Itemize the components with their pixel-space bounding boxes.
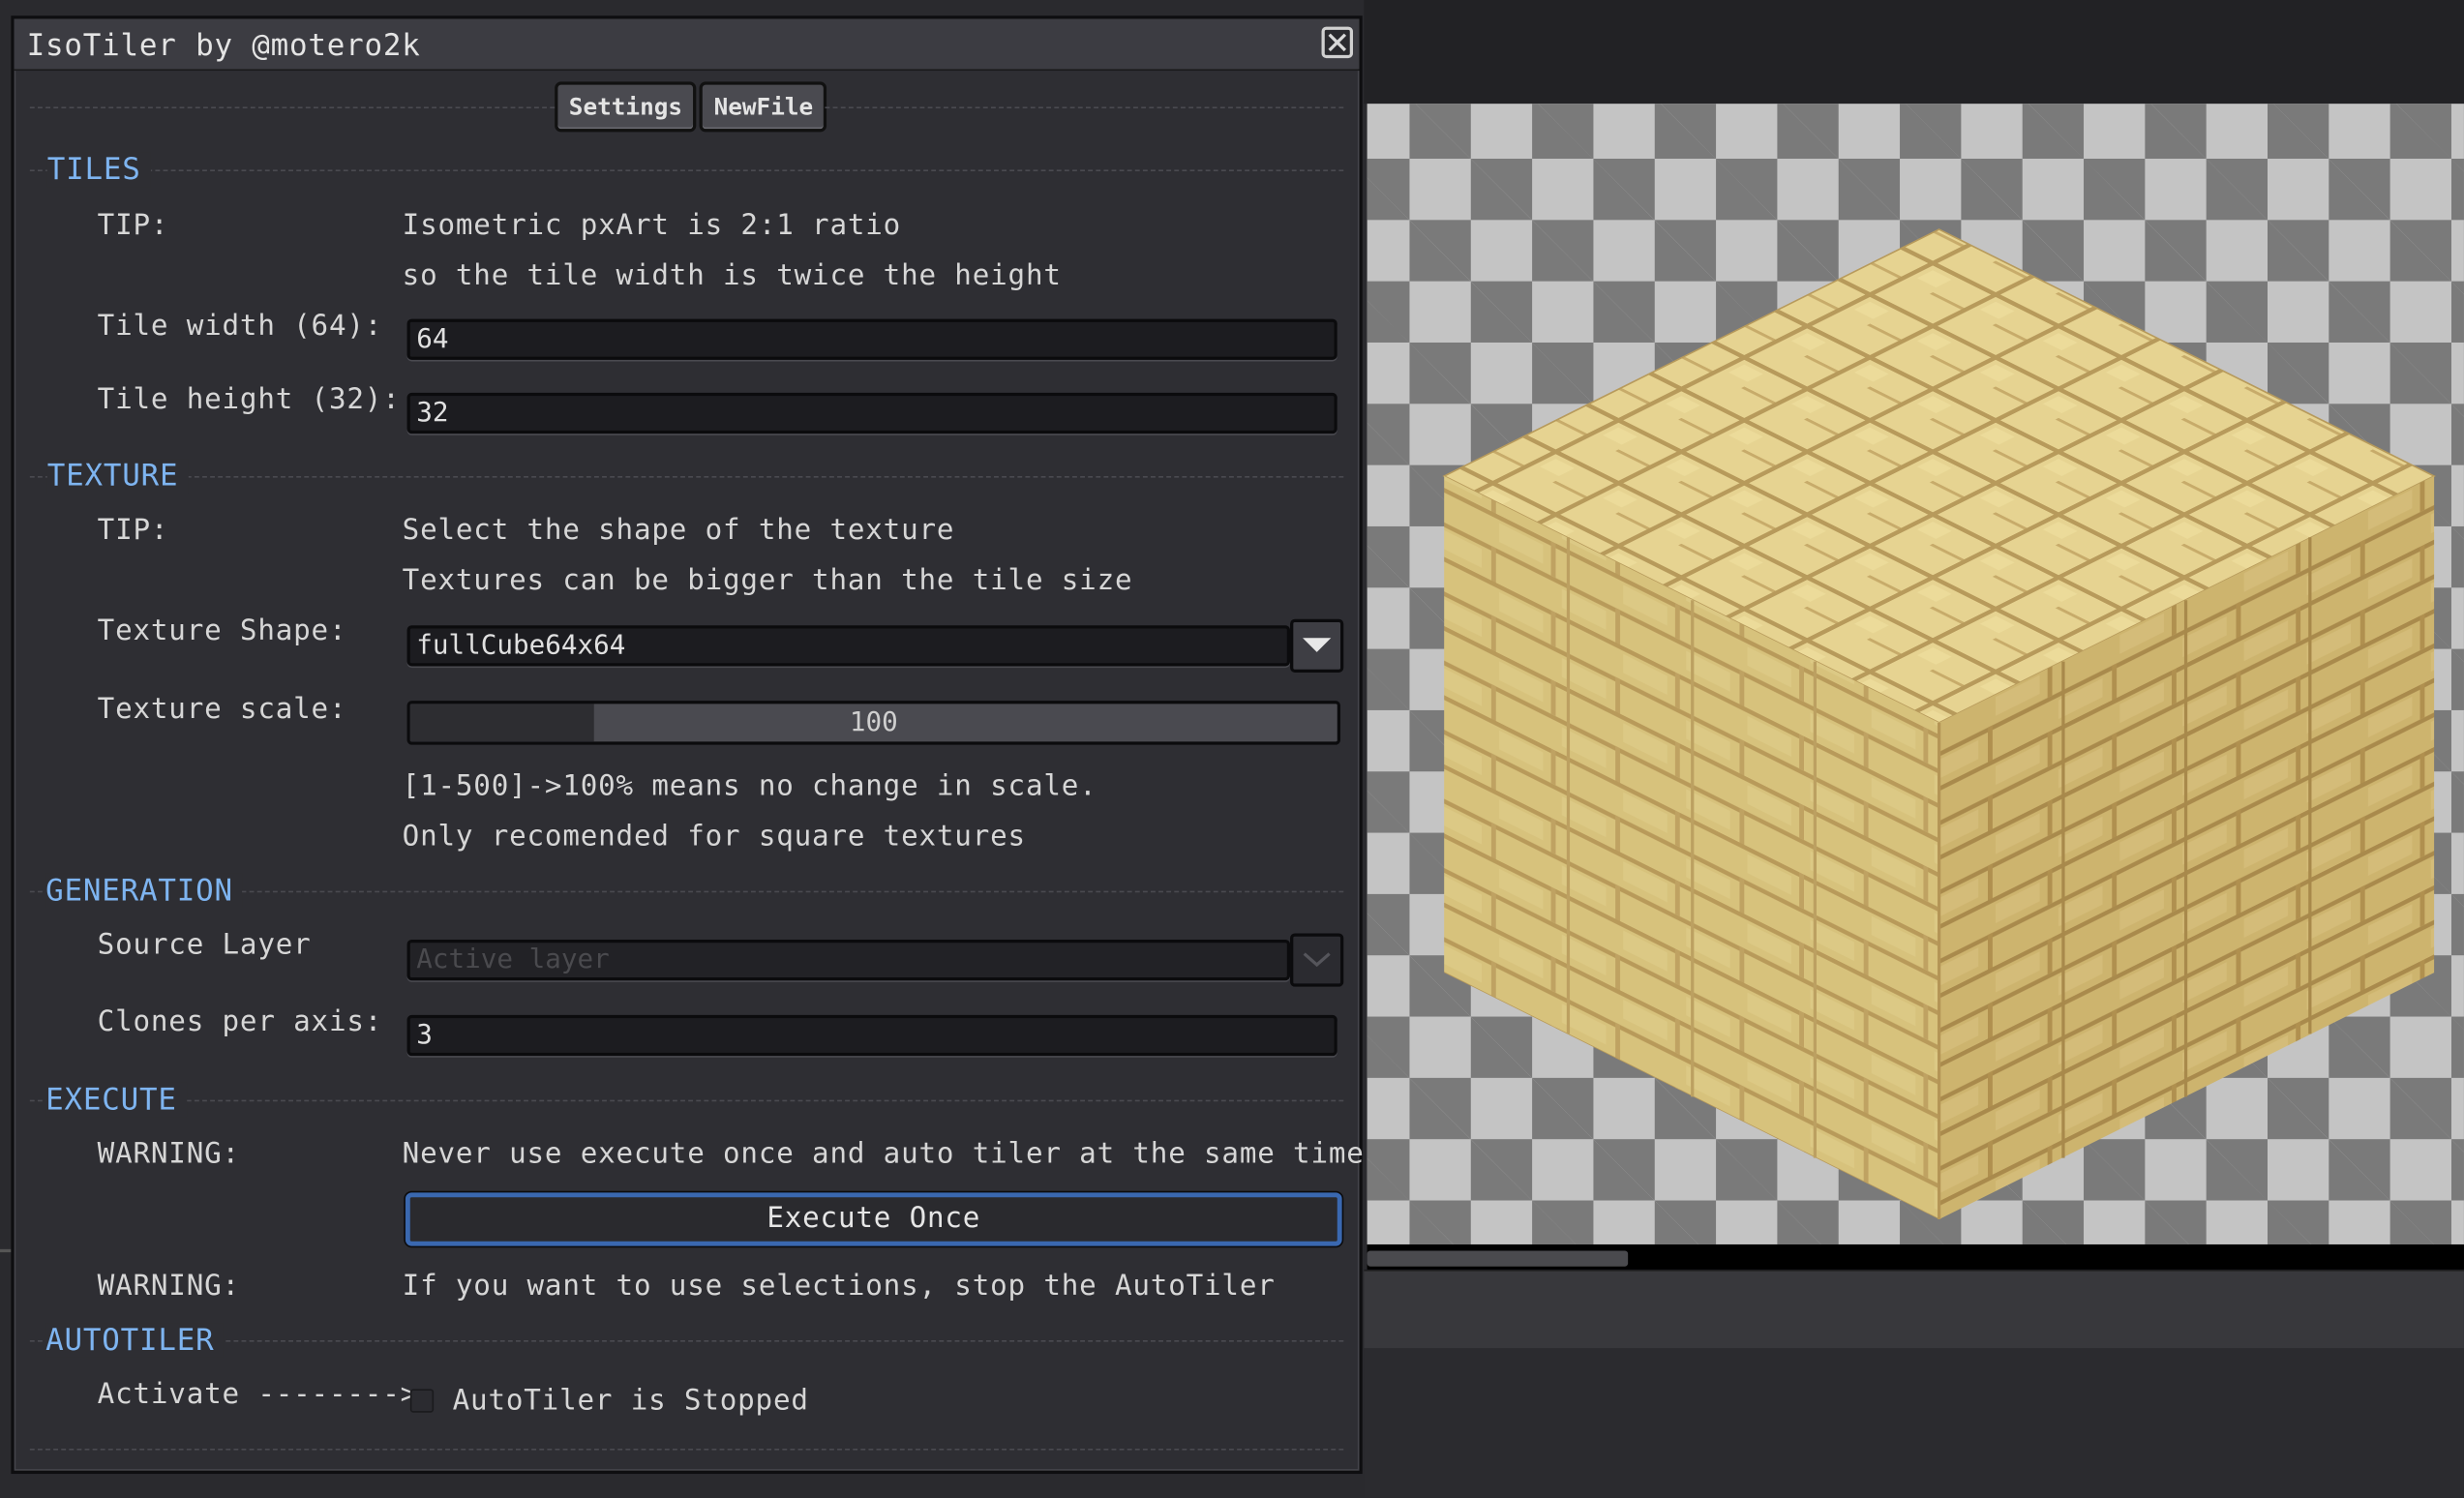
chevron-down-icon <box>1303 952 1331 968</box>
texture-scale-slider[interactable]: 100 <box>406 701 1341 745</box>
clones-label: Clones per axis: <box>97 1005 383 1039</box>
close-icon <box>1328 33 1347 52</box>
tile-height-label: Tile height (32): <box>97 383 401 417</box>
sandstone-cube-preview <box>1442 228 2436 1219</box>
texture-scale-value: 100 <box>849 706 898 739</box>
scale-note-line2: Only recomended for square textures <box>402 820 1026 854</box>
timeline-strip <box>1364 1269 2464 1350</box>
texture-tip-line2: Textures can be bigger than the tile siz… <box>402 563 1133 598</box>
execute-once-button[interactable]: Execute Once <box>405 1192 1342 1246</box>
tiles-tip-label: TIP: <box>97 208 169 243</box>
source-layer-select: Active layer <box>406 939 1291 981</box>
texture-tip-label: TIP: <box>97 513 169 548</box>
warning-text: Never use execute once and auto tiler at… <box>402 1137 1365 1171</box>
app-toolbar-area <box>1364 0 2464 105</box>
tile-width-label: Tile width (64): <box>97 309 383 343</box>
warning-label: WARNING: <box>97 1137 240 1171</box>
texture-shape-select[interactable]: fullCube64x64 <box>406 625 1291 667</box>
section-autotiler: AUTOTILER <box>45 1323 225 1358</box>
divider <box>29 1099 1344 1102</box>
timeline-area <box>1364 1348 2464 1498</box>
tile-width-input[interactable]: 64 <box>406 318 1337 360</box>
warning2-label: WARNING: <box>97 1269 240 1303</box>
texture-shape-label: Texture Shape: <box>97 614 347 647</box>
divider <box>29 169 1344 171</box>
autotiler-checkbox[interactable] <box>409 1389 435 1413</box>
tab-newfile[interactable]: NewFile <box>699 81 827 133</box>
autotiler-status[interactable]: AutoTiler is Stopped <box>453 1384 809 1417</box>
divider <box>825 106 1344 109</box>
tiles-tip-line2: so the tile width is twice the height <box>402 258 1062 293</box>
tab-bar: Settings NewFile <box>555 81 827 133</box>
section-texture: TEXTURE <box>46 459 189 494</box>
divider <box>29 106 556 109</box>
texture-shape-dropdown-button[interactable] <box>1290 618 1344 673</box>
texture-tip-line1: Select the shape of the texture <box>402 513 955 548</box>
close-button[interactable] <box>1321 26 1354 59</box>
isotiler-dialog: IsoTiler by @motero2k Settings NewFile T… <box>11 15 1365 1475</box>
dialog-title: IsoTiler by @motero2k <box>26 28 421 63</box>
texture-scale-label: Texture scale: <box>97 693 347 727</box>
warning2-text: If you want to use selections, stop the … <box>402 1269 1276 1303</box>
tab-settings[interactable]: Settings <box>555 81 697 133</box>
divider <box>29 1340 1344 1342</box>
divider <box>29 475 1344 478</box>
tiles-tip-line1: Isometric pxArt is 2:1 ratio <box>402 208 902 243</box>
canvas-horizontal-scrollbar[interactable] <box>1367 1243 2464 1270</box>
sprite-canvas[interactable] <box>1367 104 2464 1244</box>
divider <box>29 1449 1344 1451</box>
scrollbar-thumb[interactable] <box>1367 1250 1629 1267</box>
source-layer-label: Source Layer <box>97 928 312 962</box>
activate-label: Activate --------> <box>97 1377 419 1412</box>
section-generation: GENERATION <box>45 873 243 909</box>
clones-per-axis-input[interactable]: 3 <box>406 1014 1337 1057</box>
scale-note-line1: [1-500]->100% means no change in scale. <box>402 769 1097 803</box>
chevron-down-icon <box>1303 638 1332 652</box>
section-tiles: TILES <box>46 152 151 188</box>
section-execute: EXECUTE <box>45 1082 187 1118</box>
dialog-titlebar[interactable]: IsoTiler by @motero2k <box>14 18 1360 72</box>
tile-height-input[interactable]: 32 <box>406 392 1337 434</box>
source-layer-dropdown-button <box>1290 933 1344 987</box>
